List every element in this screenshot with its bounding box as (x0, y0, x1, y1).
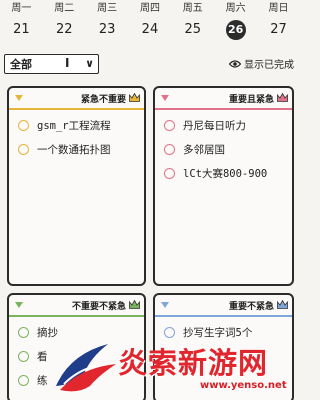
task-text: 摘抄 (37, 327, 58, 339)
crown-icon (277, 93, 288, 102)
day-name: 周六 (225, 3, 246, 14)
quadrant-divider (155, 108, 292, 110)
task-item[interactable]: 丹尼每日听力 (155, 114, 292, 138)
quadrant-header: 紧急不重要 (9, 88, 144, 108)
task-item[interactable]: lCt大赛800-900 (155, 162, 292, 186)
task-text: 丹尼每日听力 (183, 120, 246, 132)
task-item[interactable]: 多邻居国 (155, 138, 292, 162)
task-checkbox[interactable] (18, 120, 29, 131)
task-checkbox[interactable] (18, 351, 29, 362)
text-cursor: I (65, 56, 70, 70)
quadrant-divider (9, 108, 144, 110)
day-tue[interactable]: 周二 22 (46, 0, 82, 44)
crown-icon (277, 300, 288, 309)
filter-bar: 全部 I ∨ 显示已完成 (0, 50, 300, 78)
show-completed-label: 显示已完成 (244, 60, 294, 71)
day-name: 周三 (97, 3, 118, 14)
crown-icon (129, 93, 140, 102)
day-mon[interactable]: 周一 21 (3, 0, 39, 44)
quadrant-title: 重要且紧急 (228, 94, 274, 105)
day-wed[interactable]: 周三 23 (89, 0, 125, 44)
task-checkbox[interactable] (164, 327, 175, 338)
task-text: gsm_r工程流程 (37, 120, 111, 132)
task-checkbox[interactable] (164, 144, 175, 155)
day-name: 周四 (139, 3, 160, 14)
task-checkbox[interactable] (164, 120, 175, 131)
quadrant-title: 不重要不紧急 (71, 301, 126, 312)
day-number-selected: 26 (225, 20, 246, 40)
category-filter-dropdown[interactable]: 全部 I ∨ (4, 54, 99, 74)
task-item[interactable]: 抄写生字词5个 (155, 321, 292, 345)
chevron-down-icon: ∨ (85, 57, 94, 70)
day-sat-selected[interactable]: 周六 26 (218, 0, 254, 44)
quadrant-urgent-important: 重要且紧急 丹尼每日听力 多邻居国 lCt大赛800-900 (153, 86, 294, 286)
quadrant-header: 重要且紧急 (155, 88, 292, 108)
task-text: 抄写生字词5个 (183, 327, 253, 339)
triangle-icon (15, 302, 23, 308)
show-completed-toggle[interactable]: 显示已完成 (229, 56, 294, 71)
day-number: 24 (141, 22, 159, 37)
day-fri[interactable]: 周五 25 (175, 0, 211, 44)
week-strip: 周一 21 周二 22 周三 23 周四 24 周五 25 周六 26 周日 2… (0, 0, 300, 44)
quadrant-divider (9, 315, 144, 317)
task-checkbox[interactable] (18, 144, 29, 155)
quadrant-header: 不重要不紧急 (9, 295, 144, 315)
eye-icon (229, 59, 241, 68)
day-number: 27 (270, 22, 287, 37)
task-item[interactable]: 看 (9, 345, 144, 369)
quadrant-header: 重要不紧急 (155, 295, 292, 315)
task-text: 多邻居国 (183, 144, 225, 156)
task-checkbox[interactable] (18, 327, 29, 338)
task-text: 练 (37, 375, 48, 387)
triangle-icon (161, 95, 169, 101)
day-number: 21 (13, 22, 30, 37)
task-text: 看 (37, 351, 48, 363)
triangle-icon (15, 95, 23, 101)
day-number: 23 (98, 22, 116, 37)
day-number: 25 (184, 22, 202, 37)
filter-selected-value: 全部 (10, 58, 32, 71)
task-text: lCt大赛800-900 (183, 168, 268, 180)
quadrant-divider (155, 315, 292, 317)
day-name: 周日 (268, 3, 289, 14)
task-checkbox[interactable] (18, 375, 29, 386)
day-name: 周五 (182, 3, 203, 14)
day-name: 周一 (11, 3, 32, 14)
triangle-icon (161, 302, 169, 308)
quadrant-title: 紧急不重要 (80, 94, 126, 105)
task-text: 一个数通拓扑图 (37, 144, 111, 156)
crown-icon (129, 300, 140, 309)
day-name: 周二 (54, 3, 75, 14)
day-thu[interactable]: 周四 24 (132, 0, 168, 44)
task-item[interactable]: gsm_r工程流程 (9, 114, 144, 138)
quadrant-not-urgent-not-important: 不重要不紧急 摘抄 看 练 (7, 293, 146, 400)
quadrant-title: 重要不紧急 (228, 301, 274, 312)
task-checkbox[interactable] (164, 168, 175, 179)
task-item[interactable]: 摘抄 (9, 321, 144, 345)
day-sun[interactable]: 周日 27 (260, 0, 296, 44)
task-item[interactable]: 一个数通拓扑图 (9, 138, 144, 162)
task-item[interactable]: 练 (9, 369, 144, 393)
quadrant-important-not-urgent: 重要不紧急 抄写生字词5个 (153, 293, 294, 400)
quadrant-urgent-not-important: 紧急不重要 gsm_r工程流程 一个数通拓扑图 (7, 86, 146, 286)
day-number: 22 (55, 22, 73, 37)
